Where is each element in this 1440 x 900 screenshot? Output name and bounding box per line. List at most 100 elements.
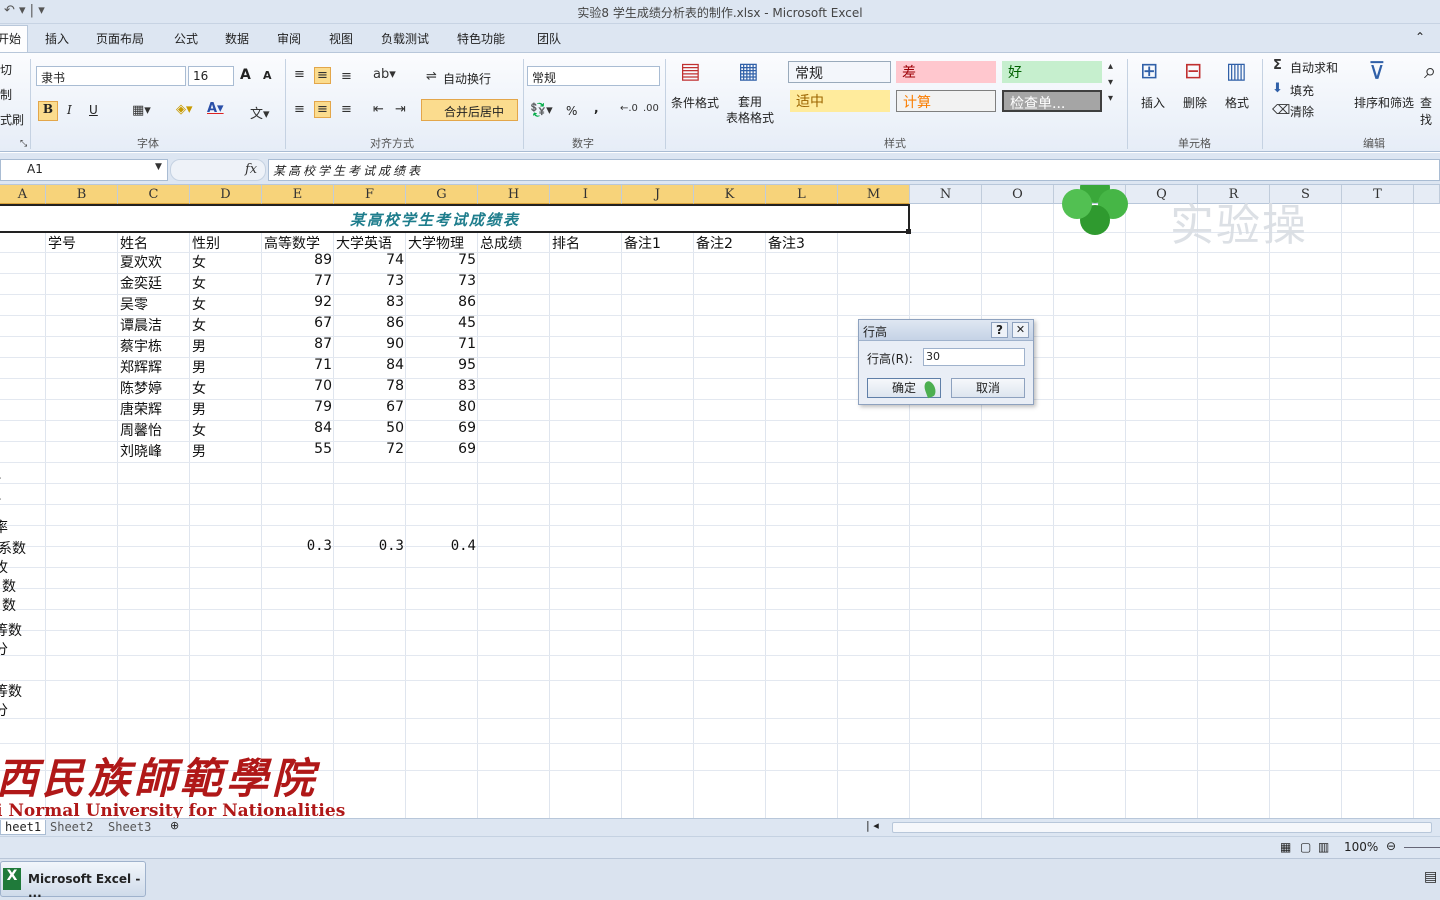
align-left-icon[interactable]: ≡ <box>294 102 305 117</box>
math-score-cell[interactable]: 79 <box>262 399 332 415</box>
close-icon[interactable]: ✕ <box>1012 322 1029 338</box>
math-score-cell[interactable]: 71 <box>262 357 332 373</box>
insert-function-button[interactable]: fx <box>245 162 257 177</box>
stat-label-cell[interactable]: 数 <box>2 595 16 615</box>
header-cell[interactable]: 大学物理 <box>408 233 464 253</box>
insert-cells-icon[interactable]: ⊞ <box>1140 59 1158 84</box>
style-bad[interactable]: 差 <box>896 61 996 83</box>
align-top-icon[interactable]: ≡ <box>294 67 305 82</box>
align-center-icon[interactable]: ≡ <box>314 101 331 118</box>
fill-handle[interactable] <box>906 229 911 234</box>
header-cell[interactable]: 大学英语 <box>336 233 392 253</box>
tab-data[interactable]: 数据 <box>225 30 249 47</box>
stat-label-cell[interactable]: 、 <box>0 463 10 483</box>
cancel-button[interactable]: 取消 <box>951 378 1025 398</box>
new-sheet-icon[interactable]: ⊕ <box>170 819 179 832</box>
sheet-tab-2[interactable]: Sheet2 <box>50 820 93 834</box>
stat-label-cell[interactable]: 数 <box>2 576 16 596</box>
autosum-icon[interactable]: Σ <box>1273 58 1282 73</box>
copy-button[interactable]: 制 <box>0 86 12 103</box>
english-score-cell[interactable]: 73 <box>334 273 404 289</box>
student-name-cell[interactable]: 夏欢欢 <box>120 252 162 272</box>
font-size-select[interactable]: 16 <box>188 66 234 86</box>
math-score-cell[interactable]: 92 <box>262 294 332 310</box>
sheet-tab-3[interactable]: Sheet3 <box>108 820 151 834</box>
english-score-cell[interactable]: 50 <box>334 420 404 436</box>
minimize-ribbon-icon[interactable]: ⌃ <box>1415 30 1425 44</box>
title-cell[interactable]: 某高校学生考试成绩表 <box>0 204 910 233</box>
orientation-icon[interactable]: ab▾ <box>373 67 396 82</box>
physics-score-cell[interactable]: 83 <box>406 378 476 394</box>
underline-button[interactable]: U <box>89 103 98 117</box>
english-score-cell[interactable]: 74 <box>334 252 404 268</box>
help-icon[interactable]: ? <box>991 322 1008 338</box>
dialog-titlebar[interactable]: 行高 ? ✕ <box>859 320 1033 341</box>
physics-score-cell[interactable]: 80 <box>406 399 476 415</box>
english-score-cell[interactable]: 86 <box>334 315 404 331</box>
zoom-slider[interactable] <box>1404 847 1440 848</box>
fill-color-icon[interactable]: ◈▾ <box>176 102 193 117</box>
comma-button[interactable]: , <box>594 101 599 115</box>
column-header-t[interactable]: T <box>1342 185 1414 204</box>
name-box[interactable]: A1 <box>0 159 168 181</box>
column-header-e[interactable]: E <box>262 185 334 204</box>
styles-scroll-icon[interactable]: ▴ ▾ ▾ <box>1108 59 1113 107</box>
column-header-k[interactable]: K <box>694 185 766 204</box>
math-score-cell[interactable]: 84 <box>262 420 332 436</box>
format-painter-button[interactable]: 式刷 <box>0 111 24 128</box>
header-cell[interactable]: 备注1 <box>624 233 661 253</box>
style-good[interactable]: 好 <box>1002 61 1102 83</box>
style-normal[interactable]: 常规 <box>788 61 891 83</box>
cut-button[interactable]: 切 <box>0 61 12 78</box>
header-cell[interactable]: 姓名 <box>120 233 148 253</box>
column-header-c[interactable]: C <box>118 185 190 204</box>
taskbar-item[interactable]: X Microsoft Excel - ... <box>0 861 146 900</box>
gender-cell[interactable]: 男 <box>192 357 206 377</box>
merge-center-button[interactable]: 合并后居中 <box>421 99 518 121</box>
name-box-dropdown-icon[interactable]: ▼ <box>155 162 162 172</box>
fill-icon[interactable]: ⬇ <box>1272 81 1283 96</box>
number-format-select[interactable]: 常规 <box>527 66 660 86</box>
math-score-cell[interactable]: 70 <box>262 378 332 394</box>
sort-filter-icon[interactable]: ⊽ <box>1368 57 1386 85</box>
english-score-cell[interactable]: 83 <box>334 294 404 310</box>
gender-cell[interactable]: 男 <box>192 336 206 356</box>
column-header-h[interactable]: H <box>478 185 550 204</box>
find-button[interactable]: 查找 <box>1420 94 1440 128</box>
row-height-input[interactable]: 30 <box>923 348 1025 366</box>
fill-button[interactable]: 填充 <box>1290 82 1314 99</box>
stat-label-cell[interactable]: 分 <box>0 639 8 659</box>
column-header-j[interactable]: J <box>622 185 694 204</box>
tab-features[interactable]: 特色功能 <box>457 30 505 47</box>
style-calculation[interactable]: 计算 <box>896 90 996 112</box>
format-cells-button[interactable]: 格式 <box>1225 94 1249 111</box>
worksheet-grid[interactable]: A B C D E F G H I J K L M N O P Q R S T … <box>0 185 1440 818</box>
table-format-button[interactable]: 套用 表格格式 <box>726 94 774 126</box>
header-cell[interactable]: 备注2 <box>696 233 733 253</box>
autosum-button[interactable]: 自动求和 <box>1290 59 1338 76</box>
math-score-cell[interactable]: 67 <box>262 315 332 331</box>
header-cell[interactable]: 备注3 <box>768 233 805 253</box>
formula-input[interactable]: 某高校学生考试成绩表 <box>268 159 1440 181</box>
coef-cell[interactable]: 0.3 <box>334 538 404 554</box>
english-score-cell[interactable]: 84 <box>334 357 404 373</box>
english-score-cell[interactable]: 72 <box>334 441 404 457</box>
column-header-a[interactable]: A <box>0 185 46 204</box>
column-header-d[interactable]: D <box>190 185 262 204</box>
tab-load-test[interactable]: 负载测试 <box>381 30 429 47</box>
page-break-view-icon[interactable]: ▥ <box>1318 840 1329 854</box>
italic-button[interactable]: I <box>67 103 72 117</box>
gender-cell[interactable]: 女 <box>192 420 206 440</box>
border-icon[interactable]: ▦▾ <box>132 103 151 118</box>
english-score-cell[interactable]: 90 <box>334 336 404 352</box>
find-icon[interactable]: ⌕ <box>1424 59 1436 84</box>
font-name-select[interactable]: 隶书 <box>36 66 186 86</box>
tab-insert[interactable]: 插入 <box>45 30 69 47</box>
math-score-cell[interactable]: 55 <box>262 441 332 457</box>
format-cells-icon[interactable]: ▥ <box>1226 59 1247 84</box>
dialog-launcher-icon[interactable]: ⤡ <box>20 139 27 149</box>
physics-score-cell[interactable]: 71 <box>406 336 476 352</box>
column-header-b[interactable]: B <box>46 185 118 204</box>
tab-team[interactable]: 团队 <box>537 30 561 47</box>
physics-score-cell[interactable]: 75 <box>406 252 476 268</box>
